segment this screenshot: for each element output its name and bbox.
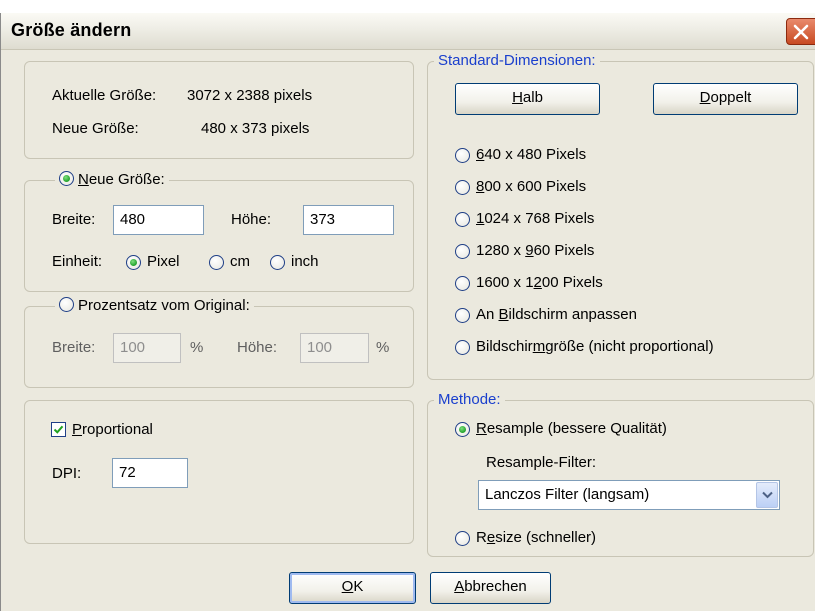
size-1024-label[interactable]: 1024 x 768 Pixels [476, 210, 594, 228]
percent-height-input[interactable]: 100 [300, 333, 369, 363]
percent-width-label: Breite: [52, 339, 96, 356]
resample-filter-select[interactable]: Lanczos Filter (langsam) [478, 480, 780, 510]
dialog-title: Größe ändern [11, 20, 132, 40]
new-size-radio-key: N [78, 171, 89, 188]
ok-button[interactable]: OK [289, 572, 416, 604]
unit-inch-radio[interactable] [270, 255, 285, 270]
unit-cm-radio[interactable] [209, 255, 224, 270]
percent-width-input[interactable]: 100 [113, 333, 181, 363]
size-640-radio[interactable] [455, 148, 470, 163]
current-size-label: Aktuelle Größe: [52, 87, 157, 104]
new-size-radio[interactable] [59, 171, 74, 186]
half-button[interactable]: Halb [455, 83, 600, 115]
width-input[interactable]: 480 [113, 205, 204, 235]
size-800-label[interactable]: 800 x 600 Pixels [476, 178, 586, 196]
method-panel: Methode: Resample (bessere Qualität) Res… [427, 391, 814, 557]
size-800-radio[interactable] [455, 180, 470, 195]
unit-cm-label[interactable]: cm [230, 253, 250, 271]
standard-dimensions-panel: Standard-Dimensionen: Halb Doppelt 640 x… [427, 52, 814, 380]
close-button[interactable] [786, 18, 815, 45]
size-info-panel: Aktuelle Größe: 3072 x 2388 pixels Neue … [24, 61, 414, 159]
width-label: Breite: [52, 211, 96, 228]
fit-screen-label[interactable]: An Bildschirm anpassen [476, 306, 637, 324]
percent-height-label: Höhe: [237, 339, 278, 356]
new-size-radio-label: eue Größe: [88, 171, 165, 188]
new-size-legend[interactable]: Neue Größe: [55, 171, 169, 189]
fit-screen-radio[interactable] [455, 308, 470, 323]
unit-pixel-radio[interactable] [126, 255, 141, 270]
method-legend: Methode: [434, 391, 505, 409]
height-label: Höhe: [231, 211, 272, 228]
size-1280-radio[interactable] [455, 244, 470, 259]
new-size-info-label: Neue Größe: [52, 120, 139, 137]
height-input[interactable]: 373 [303, 205, 394, 235]
cancel-button[interactable]: Abbrechen [430, 572, 551, 604]
size-1280-label[interactable]: 1280 x 960 Pixels [476, 242, 594, 260]
title-bar: Größe ändern [1, 13, 815, 50]
standard-dimensions-legend: Standard-Dimensionen: [434, 52, 600, 70]
proportional-text: roportional [82, 421, 153, 438]
close-icon [793, 24, 809, 40]
size-1600-label[interactable]: 1600 x 1200 Pixels [476, 274, 603, 292]
resample-label[interactable]: Resample (bessere Qualität) [476, 420, 667, 438]
unit-inch-label[interactable]: inch [291, 253, 319, 271]
proportional-key: P [72, 421, 83, 438]
dpi-label: DPI: [52, 465, 82, 482]
radio-selected-dot [459, 426, 466, 433]
new-size-panel: Neue Größe: Breite: 480 Höhe: 373 Einhei… [24, 171, 414, 292]
resize-dialog: Größe ändern Aktuelle Größe: 3072 x 2388… [0, 13, 815, 611]
size-640-label[interactable]: 640 x 480 Pixels [476, 146, 586, 164]
options-panel: Proportional DPI: 72 [24, 400, 414, 544]
resample-filter-label: Resample-Filter: [486, 454, 597, 471]
radio-selected-dot [63, 175, 70, 182]
percent-radio[interactable] [59, 297, 74, 312]
percent-height-unit: % [376, 339, 390, 356]
size-1024-radio[interactable] [455, 212, 470, 227]
screen-size-label[interactable]: Bildschirmgröße (nicht proportional) [476, 338, 714, 356]
proportional-label[interactable]: Proportional [72, 421, 153, 439]
chevron-down-icon [762, 491, 773, 499]
checkmark-icon [53, 425, 64, 434]
percent-panel: Prozentsatz vom Original: Breite: 100 % … [24, 297, 414, 388]
resample-radio[interactable] [455, 422, 470, 437]
resize-label[interactable]: Resize (schneller) [476, 529, 596, 547]
proportional-checkbox[interactable] [51, 422, 66, 437]
current-size-value: 3072 x 2388 pixels [187, 87, 313, 104]
percent-radio-label: Prozentsatz vom Original: [78, 297, 250, 314]
percent-width-unit: % [190, 339, 204, 356]
unit-label: Einheit: [52, 253, 103, 270]
radio-selected-dot [130, 259, 137, 266]
percent-legend[interactable]: Prozentsatz vom Original: [55, 297, 254, 315]
unit-pixel-label[interactable]: Pixel [147, 253, 180, 271]
dropdown-arrow-button[interactable] [756, 482, 778, 508]
resample-filter-value: Lanczos Filter (langsam) [485, 486, 650, 503]
new-size-info-value: 480 x 373 pixels [201, 120, 310, 137]
screen-size-radio[interactable] [455, 340, 470, 355]
size-1600-radio[interactable] [455, 276, 470, 291]
double-button[interactable]: Doppelt [653, 83, 798, 115]
dpi-input[interactable]: 72 [112, 458, 188, 488]
resize-radio[interactable] [455, 531, 470, 546]
